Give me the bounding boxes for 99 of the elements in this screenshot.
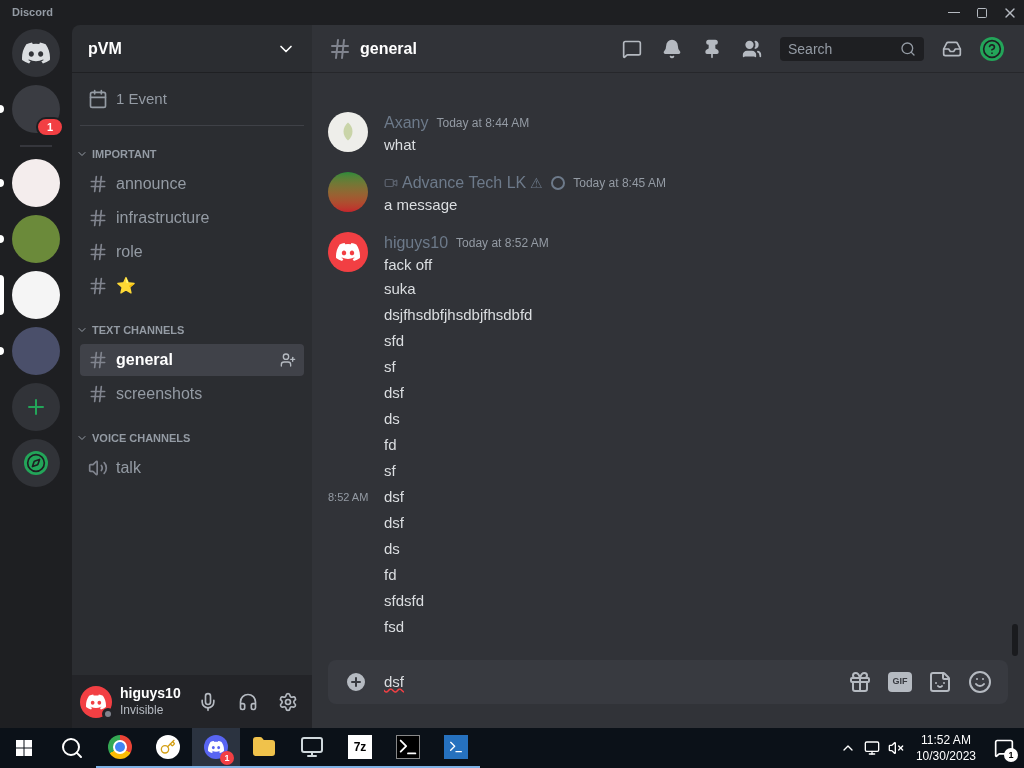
discord-logo-icon (336, 240, 360, 264)
app-title: Discord (12, 5, 53, 21)
powershell-icon (444, 735, 468, 759)
volume-muted-icon[interactable] (887, 740, 904, 756)
gift-icon[interactable] (848, 670, 872, 694)
message-text: a message (384, 195, 459, 215)
channel-item[interactable]: general (80, 344, 304, 376)
message-text: ds (384, 408, 400, 429)
message-text: dsf (384, 486, 404, 507)
add-server-button[interactable] (12, 383, 60, 431)
user-avatar[interactable] (80, 685, 112, 718)
search-field[interactable]: Search (780, 36, 924, 61)
hash-icon (88, 242, 108, 262)
message-text: fack off (384, 255, 434, 275)
avatar-picture[interactable] (328, 232, 368, 272)
channel-item[interactable]: ⭐ (80, 270, 304, 302)
message-text: fd (384, 434, 397, 455)
message-text: what (384, 135, 417, 155)
message-text: ds (384, 538, 400, 559)
clock[interactable]: 11:52 AM 10/30/2023 (907, 732, 984, 764)
server-icon[interactable] (12, 271, 60, 319)
monitor-icon (300, 735, 324, 759)
maximize-icon (976, 6, 988, 19)
terminal-icon (396, 735, 420, 759)
message-text: dsjfhsdbfjhsdbjfhsdbfd (384, 304, 533, 325)
calendar-icon (88, 89, 108, 109)
help-icon (982, 38, 1002, 59)
invite-icon (280, 352, 296, 368)
channel-item[interactable]: screenshots (80, 378, 304, 410)
hover-timestamp: 8:52 AM (328, 489, 369, 505)
pin-icon (702, 38, 722, 59)
category-header[interactable]: TEXT CHANNELS (72, 318, 312, 342)
archive-icon: 7z (348, 735, 372, 759)
hash-icon (88, 384, 108, 404)
message-text: sfd (384, 330, 404, 351)
notification-center-button[interactable]: 1 (984, 728, 1024, 768)
scrollbar[interactable] (1012, 624, 1018, 656)
members-icon (742, 38, 762, 59)
sticker-icon[interactable] (928, 670, 952, 694)
chrome-icon (108, 735, 132, 759)
notification-badge: 1 (220, 751, 234, 765)
category-header[interactable]: VOICE CHANNELS (72, 426, 312, 450)
author-name[interactable]: Axany (384, 111, 429, 135)
message-icon (994, 738, 1014, 758)
input-text: dsf (384, 671, 405, 692)
hash-icon (88, 350, 108, 370)
search-icon (60, 736, 84, 760)
user-status: Invisible (120, 702, 165, 718)
channel-title: general (360, 38, 418, 59)
message-text: sfdsfd (384, 590, 425, 611)
hash-icon (88, 276, 108, 296)
channel-item[interactable]: announce (80, 168, 304, 200)
channel-item[interactable]: talk (80, 452, 304, 484)
hash-icon (88, 208, 108, 228)
network-icon[interactable] (863, 740, 880, 756)
category-header[interactable]: IMPORTANT (72, 142, 312, 166)
server-icon[interactable] (12, 159, 60, 207)
taskbar-app[interactable]: 1 (192, 728, 240, 768)
minimize-icon (948, 12, 960, 13)
taskbar-app[interactable]: 7z (336, 728, 384, 768)
author-name[interactable]: Advance Tech LK (402, 171, 527, 195)
notification-count: 1 (1004, 748, 1018, 762)
emoji-icon[interactable] (968, 670, 992, 694)
message-text: suka (384, 278, 416, 299)
hash-icon (328, 36, 352, 61)
windows-icon (16, 740, 32, 756)
message-text: sf (384, 356, 396, 377)
speaker-icon (88, 458, 108, 478)
hash-icon (88, 174, 108, 194)
home-button[interactable] (12, 29, 60, 77)
key-icon (156, 735, 180, 759)
message-text: fd (384, 564, 397, 585)
username: higuys10 (120, 685, 182, 703)
avatar-picture[interactable] (328, 112, 368, 152)
search-icon (900, 40, 916, 57)
message-timestamp: Today at 8:52 AM (456, 235, 549, 252)
headphones-icon (238, 691, 258, 712)
bell-icon (662, 38, 682, 59)
message-text: dsf (384, 512, 404, 533)
channel-item[interactable]: infrastructure (80, 202, 304, 234)
events-item[interactable]: 1 Event (80, 81, 304, 117)
message-timestamp: Today at 8:45 AM (573, 175, 666, 192)
author-name[interactable]: higuys10 (384, 231, 449, 255)
gif-button[interactable]: GIF (888, 672, 912, 692)
message-text: sf (384, 460, 396, 481)
channel-item[interactable]: role (80, 236, 304, 268)
threads-icon (622, 38, 642, 59)
message-timestamp: Today at 8:44 AM (436, 115, 530, 132)
folder-icon (252, 735, 276, 759)
compass-icon (24, 451, 48, 475)
settings-icon (278, 691, 298, 712)
microphone-icon (198, 691, 218, 712)
message-text: fsd (384, 616, 404, 637)
explore-button[interactable] (12, 439, 60, 487)
warning-icon: ⚠ (530, 172, 544, 194)
message-text: dsf (384, 382, 404, 403)
add-attachment-icon[interactable] (344, 670, 368, 694)
message-input[interactable]: dsf GIF (328, 660, 1008, 704)
notification-badge: 1 (36, 117, 64, 137)
